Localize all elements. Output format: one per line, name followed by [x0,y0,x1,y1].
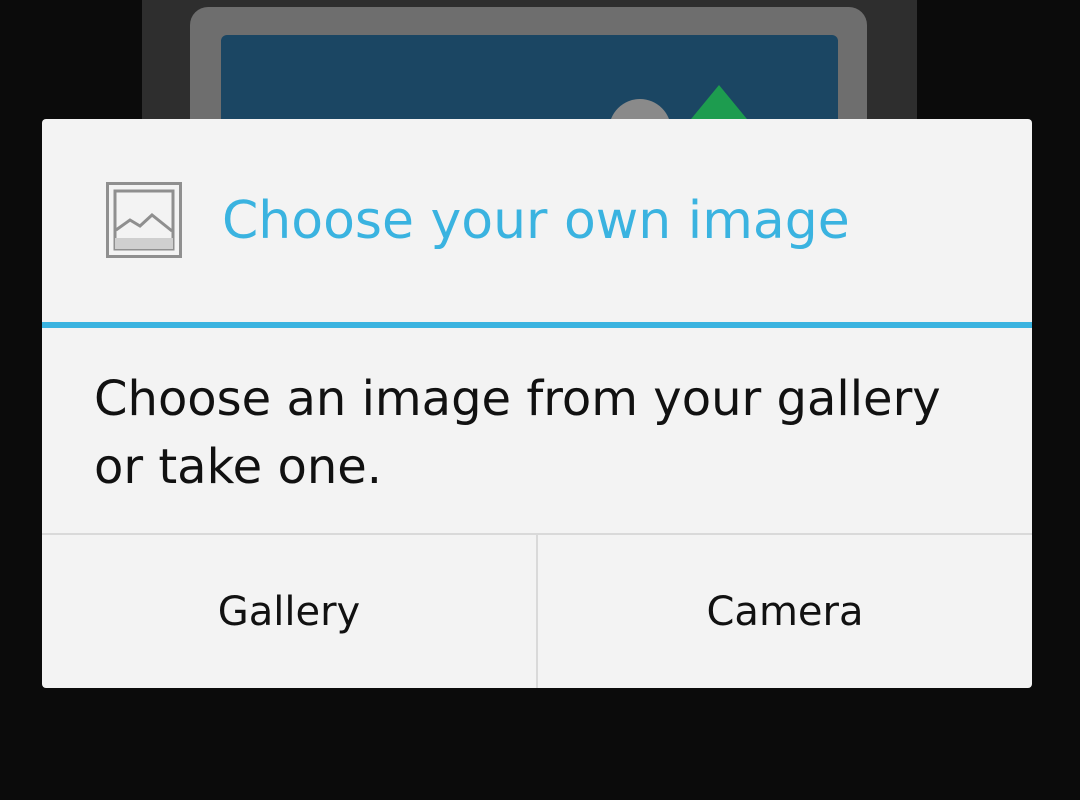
gallery-button[interactable]: Gallery [42,535,536,688]
screen: Choose your own image Choose an image fr… [0,0,1080,800]
dialog-header: Choose your own image [42,119,1032,322]
image-icon [106,182,182,258]
dialog-title: Choose your own image [222,191,850,251]
choose-image-dialog: Choose your own image Choose an image fr… [42,119,1032,688]
dialog-button-bar: Gallery Camera [42,533,1032,688]
background-app [142,0,917,155]
camera-button[interactable]: Camera [538,535,1032,688]
dialog-message: Choose an image from your gallery or tak… [94,371,941,495]
title-divider [42,322,1032,328]
